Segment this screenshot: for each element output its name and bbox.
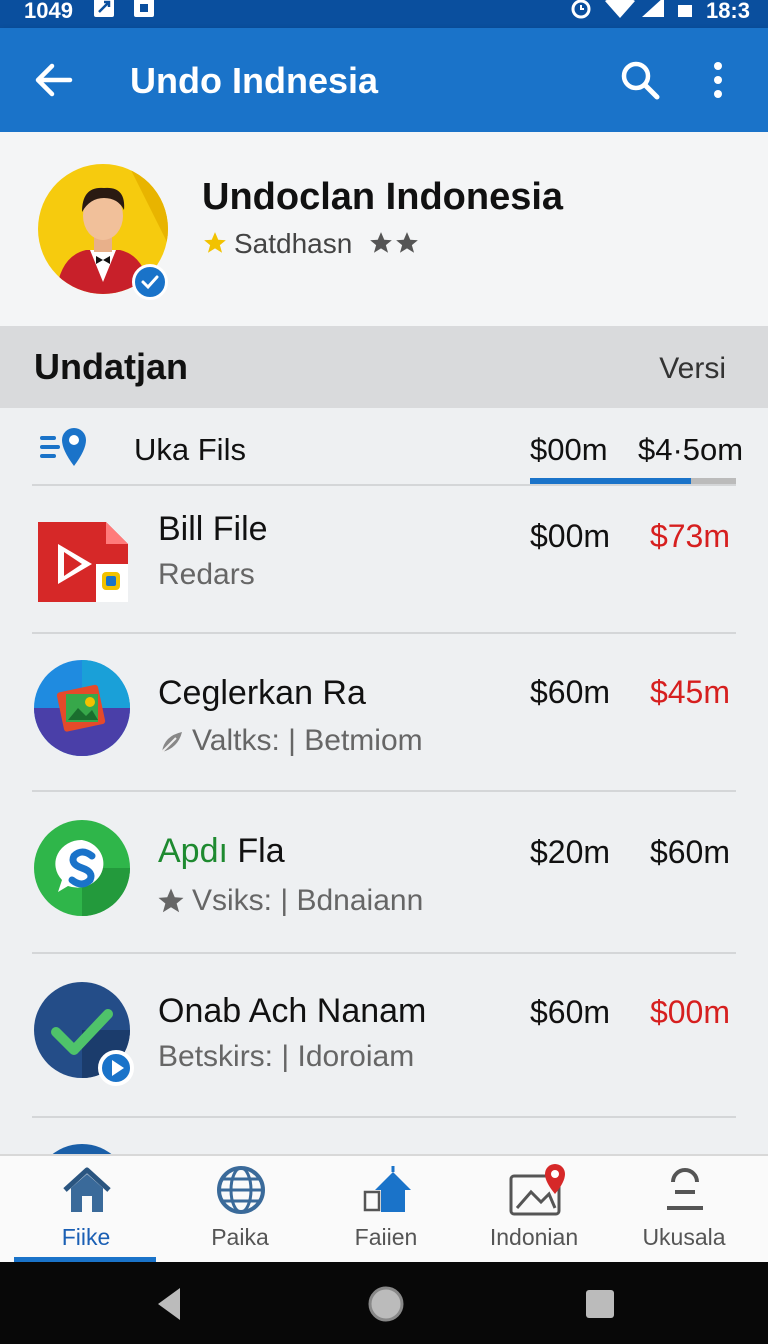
nav-item-globe[interactable]: Paika bbox=[166, 1156, 314, 1264]
nav-item-image[interactable]: Indonian bbox=[460, 1156, 608, 1264]
section-title: Undatjan bbox=[34, 346, 189, 387]
nav-item-home[interactable]: Fiike bbox=[12, 1156, 160, 1264]
item-value-1: $20m bbox=[530, 834, 611, 870]
nav-label: Paika bbox=[211, 1224, 269, 1250]
list-item[interactable]: Apdı Fla Vsiks: | Bdnaiann $20m $60m bbox=[0, 792, 768, 948]
star-badge-icon bbox=[156, 886, 186, 921]
more-vert-icon[interactable] bbox=[700, 56, 736, 104]
rating-stars-icon bbox=[368, 230, 420, 263]
shop-notification-icon bbox=[132, 0, 156, 25]
system-back-icon[interactable] bbox=[154, 1284, 184, 1329]
system-recents-icon[interactable] bbox=[584, 1288, 616, 1325]
status-bar: 1049 18:3 bbox=[0, 0, 768, 28]
item-subtitle: Valtks: | Betmiom bbox=[192, 724, 423, 757]
item-name: Apdı Fla bbox=[158, 832, 285, 871]
upload-home-icon bbox=[361, 1164, 413, 1216]
system-navigation-bar bbox=[0, 1262, 768, 1344]
app-bar: Undo Indnesia bbox=[0, 28, 768, 132]
item-name: Bill File bbox=[158, 510, 268, 548]
signal-icon bbox=[640, 0, 666, 25]
nav-item-person[interactable]: Ukusala bbox=[610, 1156, 758, 1264]
verified-badge-icon bbox=[132, 264, 168, 300]
section-version-label[interactable]: Versi bbox=[659, 352, 726, 386]
item-name: Onab Ach Nanam bbox=[158, 992, 427, 1030]
globe-icon bbox=[215, 1164, 267, 1216]
profile-subtitle: Satdhasn bbox=[234, 228, 353, 259]
nav-label: Indonian bbox=[489, 1224, 579, 1250]
home-icon bbox=[61, 1164, 113, 1216]
file-list: Uka Fils $00m $4·5om Bill File Redars $0… bbox=[0, 408, 768, 1154]
divider bbox=[32, 1116, 736, 1118]
item-value-1: $00m bbox=[530, 518, 611, 554]
item-subtitle: Vsiks: | Bdnaiann bbox=[192, 884, 424, 917]
item-name: Ceglerkan Ra bbox=[158, 674, 366, 712]
list-item[interactable]: Bill File Redars $00m $73m bbox=[0, 486, 768, 642]
partial-item-icon bbox=[34, 1144, 130, 1154]
gallery-app-icon bbox=[34, 660, 130, 756]
status-time-left: 1049 bbox=[24, 0, 73, 23]
alarm-icon bbox=[568, 0, 594, 25]
checkmark-app-icon bbox=[34, 982, 134, 1086]
profile-header: Undoclan Indonesia Satdhasn bbox=[0, 132, 768, 326]
system-home-icon[interactable] bbox=[366, 1284, 406, 1329]
item-value-1: $60m bbox=[530, 674, 611, 710]
section-header: Undatjan Versi bbox=[0, 326, 768, 408]
list-item[interactable]: Onab Ach Nanam Betskirs: | Idoroiam $60m… bbox=[0, 954, 768, 1110]
notification-icon bbox=[92, 0, 116, 25]
item-value-2: $00m bbox=[649, 994, 730, 1030]
nav-label: Ukusala bbox=[642, 1224, 726, 1250]
item-value-1: $60m bbox=[530, 994, 611, 1030]
profile-name: Undoclan Indonesia bbox=[202, 176, 564, 218]
nav-item-upload[interactable]: Faiien bbox=[312, 1156, 460, 1264]
item-value-2: $60m bbox=[649, 834, 730, 870]
nav-label: Fiike bbox=[61, 1224, 111, 1250]
item-value-2: $73m bbox=[649, 518, 730, 554]
leaf-icon bbox=[158, 728, 186, 761]
back-arrow-icon[interactable] bbox=[30, 56, 78, 104]
bottom-navigation: Fiike Paika Faiien Indonian Ukusala bbox=[0, 1154, 768, 1262]
person-icon bbox=[659, 1164, 711, 1216]
filter-label: Uka Fils bbox=[134, 432, 246, 467]
item-subtitle: Betskirs: | Idoroiam bbox=[158, 1040, 415, 1073]
app-bar-title: Undo Indnesia bbox=[130, 60, 379, 101]
filter-value-1: $00m bbox=[530, 432, 608, 467]
item-value-2: $45m bbox=[649, 674, 730, 710]
battery-icon bbox=[676, 0, 694, 25]
image-pin-icon bbox=[509, 1164, 565, 1216]
list-item[interactable]: Ceglerkan Ra Valtks: | Betmiom $60m $45m bbox=[0, 634, 768, 790]
star-icon bbox=[202, 230, 228, 263]
location-list-icon bbox=[38, 426, 94, 470]
search-icon[interactable] bbox=[616, 56, 664, 104]
filter-value-2: $4·5om bbox=[638, 432, 744, 467]
video-file-icon bbox=[34, 512, 130, 608]
filter-row[interactable]: Uka Fils $00m $4·5om bbox=[0, 408, 768, 486]
wifi-icon bbox=[604, 0, 636, 25]
nav-label: Faiien bbox=[354, 1224, 418, 1250]
item-name-highlight: Apdı bbox=[158, 832, 228, 870]
item-name-rest: Fla bbox=[227, 832, 285, 870]
status-time-right: 18:3 bbox=[705, 0, 750, 23]
item-subtitle: Redars bbox=[158, 558, 255, 591]
chat-s-icon bbox=[34, 820, 130, 916]
